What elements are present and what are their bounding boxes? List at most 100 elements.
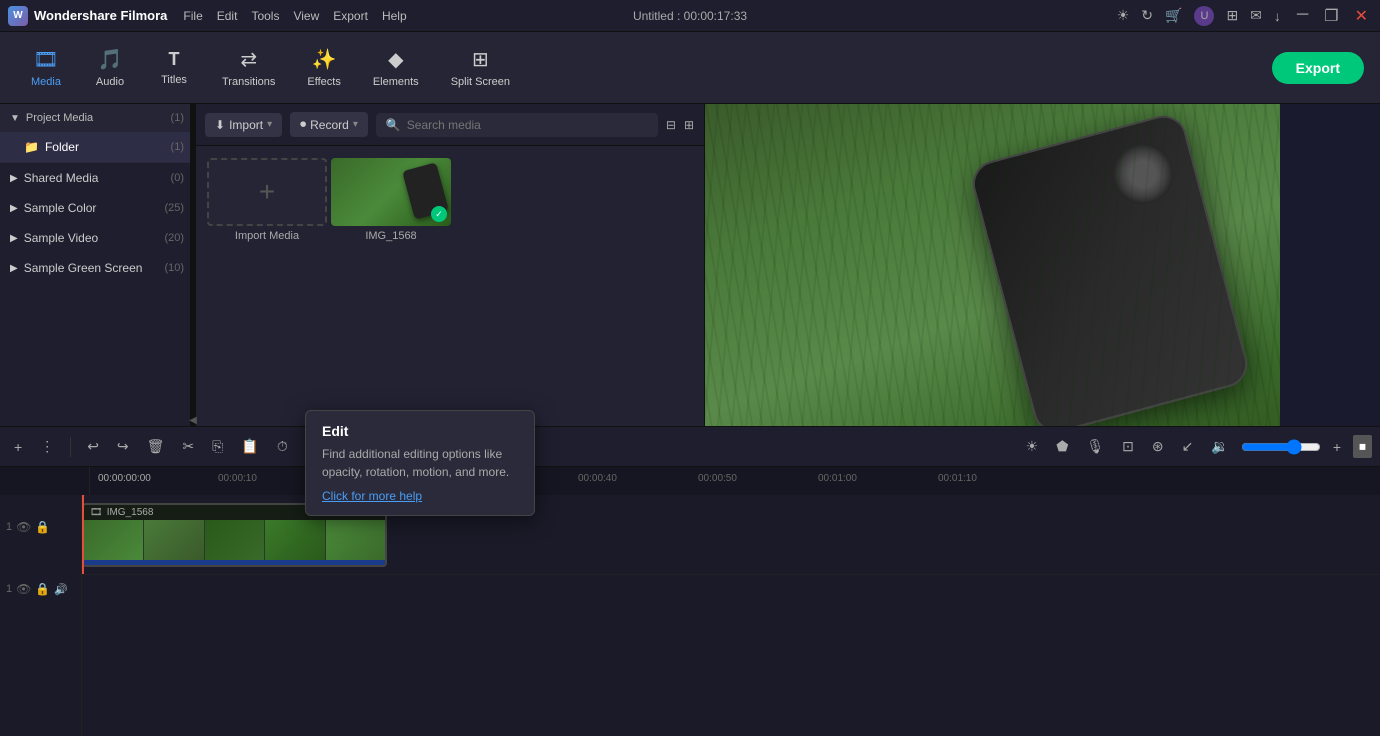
shared-media-chevron: ▶	[10, 173, 18, 184]
menu-file[interactable]: File	[183, 9, 202, 23]
window-icon[interactable]: ⊞	[1226, 7, 1238, 24]
volume-down-button[interactable]: 🔉	[1205, 435, 1234, 458]
sun-icon[interactable]: ☀	[1117, 7, 1130, 24]
speed-button[interactable]: ⏱	[271, 435, 294, 458]
audio-track-vol-icon[interactable]: 🔊	[54, 583, 68, 596]
maximize-button[interactable]: ❐	[1320, 6, 1342, 26]
stop-motion-button[interactable]: ⏹	[1353, 435, 1372, 458]
color-grade-button[interactable]: ☀	[1020, 435, 1045, 458]
sample-color-chevron: ▶	[10, 203, 18, 214]
win-controls: ─ ❐ ✕	[1293, 6, 1372, 26]
ruler-labels: 00:00:00:00 00:00:10 00:00:20 00:00:30 0…	[98, 473, 1058, 484]
toolbar-effects[interactable]: ✨ Effects	[293, 41, 354, 94]
ruler-track: 00:00:00:00 00:00:10 00:00:20 00:00:30 0…	[90, 467, 1372, 495]
app-logo-icon: W	[8, 6, 28, 26]
toolbar-splitscreen[interactable]: ⊞ Split Screen	[437, 41, 524, 94]
search-input[interactable]	[407, 118, 648, 132]
video-track-eye-icon[interactable]: 👁	[16, 520, 31, 534]
link-button[interactable]: ⋮	[34, 435, 60, 458]
import-button[interactable]: ⬇ Import ▾	[205, 113, 282, 137]
tooltip-link[interactable]: Click for more help	[322, 489, 422, 503]
menu-bar: File Edit Tools View Export Help	[183, 9, 406, 23]
add-media-button[interactable]: +	[8, 436, 28, 458]
splitscreen-label: Split Screen	[451, 76, 510, 88]
audio-track-lock-icon[interactable]: 🔒	[35, 582, 50, 596]
copy-button[interactable]: ⎘	[206, 435, 229, 458]
titles-icon: T	[169, 49, 180, 70]
refresh-icon[interactable]: ↻	[1141, 7, 1153, 24]
sample-color-left: ▶ Sample Color	[10, 201, 96, 215]
folder-count: (1)	[171, 141, 184, 153]
shared-media-count: (0)	[171, 172, 184, 184]
download-icon[interactable]: ↓	[1274, 8, 1281, 24]
window-title: Untitled : 00:00:17:33	[633, 9, 747, 23]
minimize-button[interactable]: ─	[1293, 6, 1312, 26]
list-item[interactable]: + Import Media	[207, 158, 327, 242]
add-keyframe-button[interactable]: +	[1327, 436, 1347, 458]
filter-icon[interactable]: ⊟	[666, 118, 676, 132]
clip-audio-wave	[84, 560, 385, 567]
audio-track-eye-icon[interactable]: 👁	[16, 582, 31, 596]
export-button[interactable]: Export	[1272, 52, 1364, 84]
sample-color-row[interactable]: ▶ Sample Color (25)	[0, 193, 194, 223]
toolbar-elements[interactable]: ◆ Elements	[359, 41, 433, 94]
menu-tools[interactable]: Tools	[251, 9, 279, 23]
redo-button[interactable]: ↪	[111, 435, 135, 458]
delete-button[interactable]: 🗑	[141, 435, 171, 458]
title-icons: ☀ ↻ 🛒 U ⊞ ✉ ↓	[1117, 6, 1281, 26]
menu-export[interactable]: Export	[333, 9, 368, 23]
timeline-tracks: 🎞 IMG_1568	[82, 495, 1380, 736]
import-icon: ⬇	[215, 118, 225, 132]
speed-ramp-button[interactable]: ↙	[1176, 435, 1200, 458]
audio-button[interactable]: 🎙	[1080, 435, 1110, 458]
toolbar-titles[interactable]: T Titles	[144, 43, 204, 92]
ruler-mark-6: 00:01:00	[818, 473, 938, 484]
mail-icon[interactable]: ✉	[1250, 7, 1262, 24]
sample-video-row[interactable]: ▶ Sample Video (20)	[0, 223, 194, 253]
list-item[interactable]: ✓ IMG_1568	[331, 158, 451, 242]
paste-button[interactable]: 📋	[235, 435, 264, 458]
toolbar-transitions[interactable]: ⇄ Transitions	[208, 41, 289, 94]
avatar-icon[interactable]: U	[1194, 6, 1214, 26]
shared-media-row[interactable]: ▶ Shared Media (0)	[0, 163, 194, 193]
app-logo: W Wondershare Filmora	[8, 6, 167, 26]
timeline: + ⋮ ↩ ↪ 🗑 ✂ ⎘ 📋 ⏱ ⬚ ◎ ◈ ≡ ⇔ ☀ ⬟ 🎙 ⊡ ⊛ ↙ …	[0, 426, 1380, 736]
sample-greenscreen-chevron: ▶	[10, 263, 18, 274]
project-media-label: Project Media	[26, 112, 93, 124]
clip-frame	[265, 520, 324, 560]
volume-slider[interactable]	[1241, 439, 1321, 455]
menu-view[interactable]: View	[293, 9, 319, 23]
cut-button[interactable]: ✂	[176, 435, 200, 458]
close-button[interactable]: ✕	[1351, 6, 1372, 26]
sample-greenscreen-label: Sample Green Screen	[24, 261, 143, 275]
project-media-row[interactable]: ▼ Project Media (1)	[0, 104, 194, 132]
media-browser-toolbar: ⬇ Import ▾ ⏺ Record ▾ 🔍 ⊟ ⊞	[195, 104, 704, 146]
elements-icon: ◆	[388, 47, 403, 72]
undo-button[interactable]: ↩	[81, 435, 105, 458]
detach-audio-button[interactable]: ⊡	[1116, 435, 1140, 458]
menu-help[interactable]: Help	[382, 9, 407, 23]
edit-tooltip: Edit Find additional editing options lik…	[305, 410, 535, 516]
record-button[interactable]: ⏺ Record ▾	[290, 112, 368, 137]
menu-edit[interactable]: Edit	[217, 9, 238, 23]
import-media-thumb: +	[207, 158, 327, 226]
toolbar-media[interactable]: 🎞 Media	[16, 41, 76, 94]
grid-icon[interactable]: ⊞	[684, 118, 694, 132]
sample-greenscreen-row[interactable]: ▶ Sample Green Screen (10)	[0, 253, 194, 283]
video-track-lock-icon[interactable]: 🔒	[35, 520, 50, 534]
mask-button[interactable]: ⬟	[1050, 435, 1074, 458]
toolbar-audio[interactable]: 🎵 Audio	[80, 41, 140, 94]
search-icon: 🔍	[386, 118, 401, 132]
project-media-section: ▼ Project Media (1) 📁 Folder (1)	[0, 104, 194, 163]
transitions-label: Transitions	[222, 76, 275, 88]
cart-icon[interactable]: 🛒	[1165, 7, 1182, 24]
sample-greenscreen-count: (10)	[164, 262, 184, 274]
project-media-chevron: ▼	[10, 113, 20, 124]
effects-button[interactable]: ⊛	[1146, 435, 1170, 458]
clip-frame	[205, 520, 264, 560]
record-label: Record	[310, 118, 349, 132]
clip-frame	[144, 520, 203, 560]
transitions-icon: ⇄	[240, 47, 257, 72]
folder-row[interactable]: 📁 Folder (1)	[0, 132, 194, 162]
playhead	[82, 495, 84, 574]
